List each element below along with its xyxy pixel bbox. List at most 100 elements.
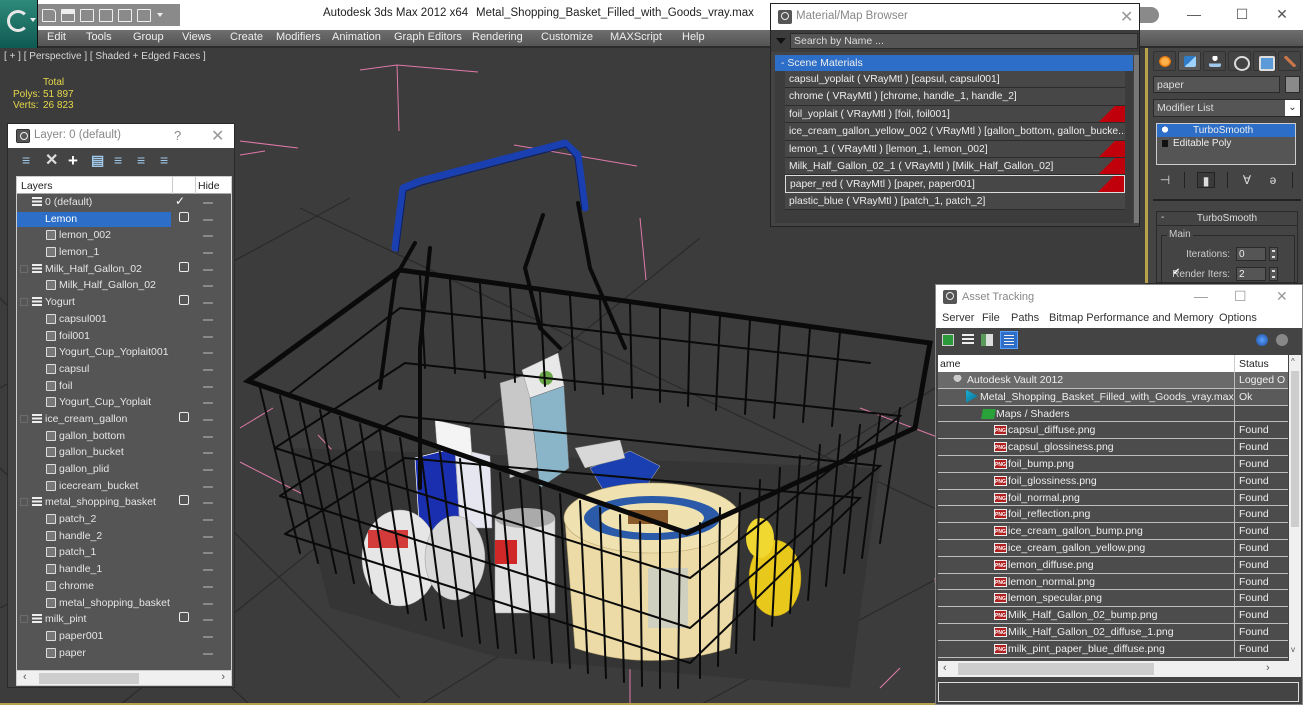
collapse-toggle-icon[interactable]: [20, 298, 28, 307]
layers-column-header[interactable]: Layers: [21, 180, 53, 192]
material-item[interactable]: chrome ( VRayMtl ) [chrome, handle_1, ha…: [785, 88, 1125, 106]
refresh-icon[interactable]: [942, 334, 954, 346]
hide-all-icon[interactable]: ≡: [137, 153, 149, 167]
object-row[interactable]: capsul001: [17, 311, 231, 328]
asset-row[interactable]: Autodesk Vault 2012 Logged O: [938, 372, 1288, 389]
make-unique-icon[interactable]: ∀: [1240, 172, 1254, 188]
hide-toggle[interactable]: [203, 335, 213, 338]
create-tab-icon[interactable]: [1153, 51, 1176, 71]
object-row[interactable]: Yogurt_Cup_Yoplait001: [17, 344, 231, 361]
hide-toggle[interactable]: [203, 302, 213, 305]
scroll-left-icon[interactable]: ‹: [23, 671, 27, 683]
object-row[interactable]: icecream_bucket: [17, 478, 231, 495]
info-center-button[interactable]: [1137, 7, 1159, 23]
asset-row[interactable]: Milk_Half_Gallon_02_diffuse_1.png Found: [938, 623, 1288, 641]
scroll-thumb[interactable]: [39, 673, 139, 684]
layer-row[interactable]: 0 (default) ✓: [17, 194, 231, 211]
object-row[interactable]: metal_shopping_basket: [17, 595, 231, 612]
menu-rendering[interactable]: Rendering: [472, 31, 523, 43]
object-row[interactable]: foil001: [17, 328, 231, 345]
asset-row[interactable]: Milk_Half_Gallon_02_bump.png Found: [938, 607, 1288, 625]
asset-row[interactable]: lemon_specular.png Found: [938, 590, 1288, 608]
scroll-left-icon[interactable]: ‹: [943, 662, 947, 674]
scroll-thumb[interactable]: [958, 663, 1154, 675]
object-row[interactable]: foil: [17, 378, 231, 395]
hide-toggle[interactable]: [203, 519, 213, 522]
asset-horizontal-scrollbar[interactable]: ‹ ›: [938, 661, 1301, 677]
asset-row[interactable]: foil_bump.png Found: [938, 455, 1288, 473]
modify-tab-icon[interactable]: [1178, 51, 1201, 71]
viewport-label[interactable]: [ + ] [ Perspective ] [ Shaded + Edged F…: [4, 51, 206, 62]
hide-toggle[interactable]: [203, 635, 213, 638]
freeze-all-icon[interactable]: ≡: [160, 153, 172, 167]
hide-toggle[interactable]: [203, 619, 213, 622]
set-current-layer-toggle[interactable]: [179, 495, 189, 506]
hide-toggle[interactable]: [203, 385, 213, 388]
object-row[interactable]: lemon_002: [17, 227, 231, 244]
remove-modifier-icon[interactable]: ǝ: [1266, 172, 1280, 188]
hide-toggle[interactable]: [203, 352, 213, 355]
asset-row[interactable]: Maps / Shaders: [938, 405, 1288, 423]
minimize-button[interactable]: —: [1172, 4, 1216, 24]
application-menu-button[interactable]: [0, 0, 38, 48]
hide-toggle[interactable]: [203, 285, 213, 288]
status-column-header[interactable]: Status: [1239, 358, 1269, 370]
asset-row[interactable]: capsul_diffuse.png Found: [938, 422, 1288, 440]
render-iters-input[interactable]: [1236, 267, 1266, 281]
redo-icon[interactable]: [137, 8, 151, 22]
select-objects-icon[interactable]: ▤: [91, 153, 104, 167]
current-layer-check-icon[interactable]: ✓: [175, 194, 185, 208]
iterations-input[interactable]: [1236, 247, 1266, 261]
menu-modifiers[interactable]: Modifiers: [276, 31, 321, 43]
chevron-down-icon[interactable]: ⌄: [1285, 100, 1300, 116]
rollout-header[interactable]: - TurboSmooth: [1157, 212, 1297, 226]
hide-toggle[interactable]: [203, 485, 213, 488]
pin-stack-icon[interactable]: ⊣: [1158, 172, 1172, 188]
scroll-right-icon[interactable]: ›: [221, 671, 225, 683]
asset-vertical-scrollbar[interactable]: ^ v: [1289, 355, 1301, 661]
help-icon[interactable]: [1256, 334, 1268, 346]
table-view-icon[interactable]: [1000, 331, 1018, 349]
menu-bitmap-performance[interactable]: Bitmap Performance and Memory: [1049, 312, 1213, 324]
menu-paths[interactable]: Paths: [1011, 312, 1039, 324]
project-folder-icon[interactable]: [99, 8, 113, 22]
name-column-header[interactable]: ame: [940, 358, 960, 370]
hide-toggle[interactable]: [203, 268, 213, 271]
collapse-toggle-icon[interactable]: [20, 498, 28, 507]
close-button[interactable]: ✕: [1276, 288, 1288, 305]
maximize-button[interactable]: ☐: [1220, 4, 1264, 24]
search-by-name-input[interactable]: [790, 33, 1138, 49]
material-browser-titlebar[interactable]: Material/Map Browser ✕: [771, 4, 1139, 30]
expand-icon[interactable]: [1161, 139, 1169, 148]
hide-toggle[interactable]: [203, 368, 213, 371]
material-item[interactable]: plastic_blue ( VRayMtl ) [patch_1, patch…: [785, 192, 1125, 211]
modifier-list-dropdown[interactable]: Modifier List ⌄: [1153, 99, 1301, 117]
scroll-right-icon[interactable]: ›: [1266, 662, 1270, 674]
hide-toggle[interactable]: [203, 452, 213, 455]
hide-toggle[interactable]: [203, 552, 213, 555]
menu-tools[interactable]: Tools: [86, 31, 112, 43]
menu-animation[interactable]: Animation: [332, 31, 381, 43]
material-item[interactable]: ice_cream_gallon_yellow_002 ( VRayMtl ) …: [785, 123, 1125, 141]
hide-toggle[interactable]: [203, 418, 213, 421]
menu-help[interactable]: Help: [682, 31, 705, 43]
show-end-result-icon[interactable]: ▮: [1197, 172, 1215, 188]
detail-view-icon[interactable]: [981, 334, 993, 346]
hide-toggle[interactable]: [203, 585, 213, 588]
menu-customize[interactable]: Customize: [541, 31, 593, 43]
menu-views[interactable]: Views: [182, 31, 211, 43]
object-row[interactable]: handle_2: [17, 528, 231, 545]
material-item[interactable]: Milk_Half_Gallon_02_1 ( VRayMtl ) [Milk_…: [785, 157, 1125, 176]
stack-item-editable-poly[interactable]: Editable Poly: [1157, 137, 1295, 150]
set-current-layer-toggle[interactable]: [179, 261, 189, 272]
undo-icon[interactable]: [118, 8, 132, 22]
set-current-layer-toggle[interactable]: [179, 211, 189, 222]
context-help-icon[interactable]: [1276, 334, 1288, 346]
menu-edit[interactable]: Edit: [47, 31, 66, 43]
render-iters-spinner[interactable]: [1269, 267, 1278, 281]
layer-panel-titlebar[interactable]: Layer: 0 (default) ? ✕: [8, 124, 234, 148]
layer-row[interactable]: metal_shopping_basket: [17, 494, 231, 511]
object-row[interactable]: handle_1: [17, 561, 231, 578]
menu-file[interactable]: File: [982, 312, 1000, 324]
menu-group[interactable]: Group: [133, 31, 164, 43]
